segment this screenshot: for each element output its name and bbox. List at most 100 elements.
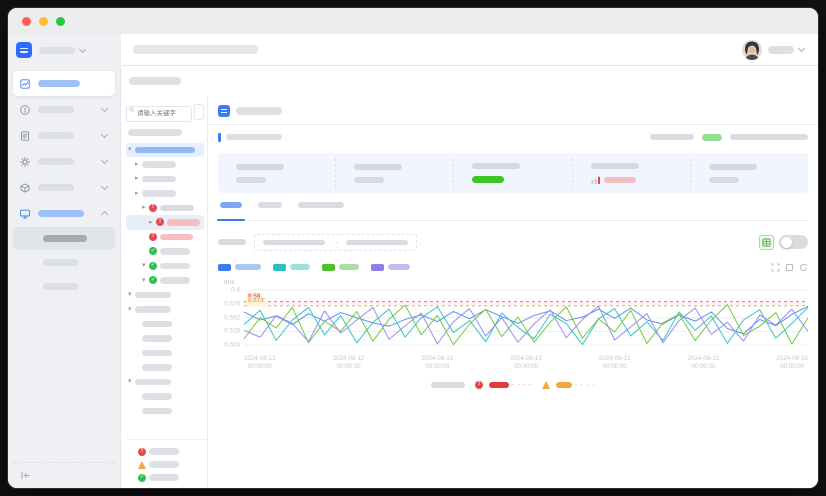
- y-tick-label: 0.504: [224, 342, 240, 349]
- placeholder-bar: [142, 176, 176, 183]
- zoom-window-button[interactable]: [56, 17, 65, 26]
- caret-right-icon[interactable]: ▸: [142, 204, 149, 211]
- app-logo[interactable]: [16, 42, 32, 58]
- stats-summary-bar: [218, 153, 808, 193]
- placeholder-bar: [431, 382, 465, 388]
- placeholder-bar: [135, 147, 195, 154]
- placeholder-bar: [730, 134, 808, 140]
- tree-node-8[interactable]: ▾✓: [126, 259, 204, 274]
- user-menu-chevron-icon[interactable]: [798, 45, 805, 52]
- caret-down-icon[interactable]: ▾: [142, 277, 149, 284]
- dashed-line-sample: - - - -: [512, 382, 532, 388]
- placeholder-bar: [149, 448, 179, 455]
- date-range-picker[interactable]: →: [254, 234, 417, 251]
- placeholder-bar: [142, 321, 172, 328]
- tree-node-14[interactable]: [126, 346, 204, 361]
- tree-node-12[interactable]: [126, 317, 204, 332]
- tree-collapse-button[interactable]: [194, 104, 204, 120]
- tree-node-16[interactable]: ▾: [126, 375, 204, 390]
- range-end-placeholder: [346, 240, 408, 245]
- tree-search-input[interactable]: [126, 106, 192, 122]
- caret-down-icon[interactable]: ▾: [128, 146, 135, 153]
- cube-icon: [19, 182, 31, 194]
- window-icon[interactable]: [786, 264, 793, 271]
- tree-node-13[interactable]: [126, 331, 204, 346]
- info-circle-icon: [19, 104, 31, 116]
- tree-node-1[interactable]: ▸: [126, 157, 204, 172]
- page-title-placeholder: [236, 107, 282, 115]
- caret-right-icon[interactable]: ▸: [135, 161, 142, 168]
- x-tick-label: 2024-08-1200:00:00: [599, 355, 631, 372]
- tree-node-0[interactable]: ▾: [126, 143, 204, 158]
- sidebar-item-2[interactable]: [13, 123, 115, 148]
- legend-item-3[interactable]: [371, 264, 410, 271]
- tree-node-15[interactable]: [126, 360, 204, 375]
- tab-1[interactable]: [258, 195, 282, 220]
- device-tree-panel: ▾▸▸▸▸!▸!!✓▾✓▾✓▾▾▾ !✓: [121, 96, 208, 488]
- chevron-down-icon: [101, 131, 108, 138]
- success-icon: ✓: [149, 276, 157, 284]
- legend-item-1[interactable]: [273, 264, 310, 271]
- caret-right-icon[interactable]: ▸: [135, 175, 142, 182]
- tree-node-9[interactable]: ▾✓: [126, 273, 204, 288]
- section-title-placeholder: [226, 134, 282, 140]
- tree-node-17[interactable]: [126, 389, 204, 404]
- export-table-icon[interactable]: [759, 235, 774, 250]
- sidebar-item-0[interactable]: [13, 71, 115, 96]
- placeholder-bar: [38, 184, 74, 191]
- tree-node-6[interactable]: !: [126, 230, 204, 245]
- global-search-input[interactable]: [133, 45, 258, 54]
- placeholder-bar: [135, 379, 171, 386]
- tab-0[interactable]: [220, 195, 242, 220]
- user-avatar[interactable]: [742, 40, 762, 60]
- placeholder-bar: [142, 408, 172, 415]
- caret-down-icon[interactable]: ▾: [128, 378, 135, 385]
- tree-node-18[interactable]: [126, 404, 204, 419]
- sidebar-subitem-0[interactable]: [13, 227, 115, 250]
- legend-item-2[interactable]: [322, 264, 359, 271]
- placeholder-bar: [354, 177, 384, 183]
- workspace-name-placeholder: [39, 47, 75, 54]
- placeholder-bar: [290, 264, 310, 270]
- placeholder-bar: [149, 461, 179, 468]
- success-icon: ✓: [149, 247, 157, 255]
- placeholder-bar: [43, 235, 87, 242]
- sidebar-subitem-1[interactable]: [13, 251, 115, 274]
- tree-node-10[interactable]: ▾: [126, 288, 204, 303]
- x-tick-label: 2024-08-1200:00:00: [244, 355, 276, 372]
- placeholder-bar: [43, 259, 79, 266]
- sidebar-item-5[interactable]: [13, 201, 115, 226]
- tree-node-7[interactable]: ✓: [126, 244, 204, 259]
- sidebar-item-4[interactable]: [13, 175, 115, 200]
- minimize-window-button[interactable]: [39, 17, 48, 26]
- placeholder-bar: [43, 283, 79, 290]
- close-window-button[interactable]: [22, 17, 31, 26]
- sidebar-item-3[interactable]: [13, 149, 115, 174]
- placeholder-bar: [160, 248, 190, 255]
- tree-node-5[interactable]: ▸!: [126, 215, 204, 230]
- chevron-up-icon: [101, 211, 108, 218]
- placeholder-bar: [604, 177, 636, 183]
- tree-node-11[interactable]: ▾: [126, 302, 204, 317]
- tab-2[interactable]: [298, 195, 344, 220]
- legend-item-0[interactable]: [218, 264, 261, 271]
- placeholder-bar: [142, 190, 176, 197]
- caret-down-icon[interactable]: ▾: [142, 262, 149, 269]
- caret-right-icon[interactable]: ▸: [135, 190, 142, 197]
- refresh-icon[interactable]: [799, 263, 808, 272]
- tree-node-2[interactable]: ▸: [126, 172, 204, 187]
- collapse-sidebar-icon[interactable]: [21, 471, 31, 480]
- monitor-icon: [19, 208, 31, 220]
- sidebar-subitem-2[interactable]: [13, 275, 115, 298]
- caret-down-icon[interactable]: ▾: [128, 306, 135, 313]
- chevron-down-icon[interactable]: [79, 45, 86, 52]
- placeholder-bar: [298, 202, 344, 208]
- caret-right-icon[interactable]: ▸: [149, 219, 156, 226]
- caret-down-icon[interactable]: ▾: [128, 291, 135, 298]
- sidebar-item-1[interactable]: [13, 97, 115, 122]
- fullscreen-icon[interactable]: [771, 263, 780, 272]
- chart-plot[interactable]: [244, 288, 808, 352]
- auto-refresh-toggle[interactable]: [779, 235, 808, 249]
- tree-node-4[interactable]: ▸!: [126, 201, 204, 216]
- tree-node-3[interactable]: ▸: [126, 186, 204, 201]
